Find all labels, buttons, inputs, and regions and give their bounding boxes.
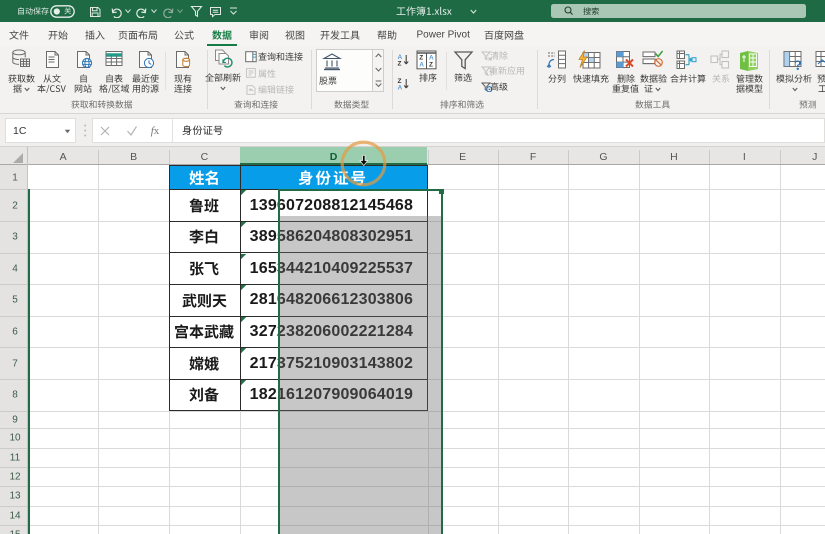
svg-text:Z: Z — [398, 61, 402, 68]
svg-text:A: A — [398, 84, 403, 91]
svg-text:A: A — [419, 62, 424, 69]
svg-text:?: ? — [795, 58, 803, 71]
svg-text:A: A — [429, 55, 434, 62]
svg-text:Z: Z — [429, 62, 433, 69]
svg-text:Z: Z — [419, 55, 423, 62]
